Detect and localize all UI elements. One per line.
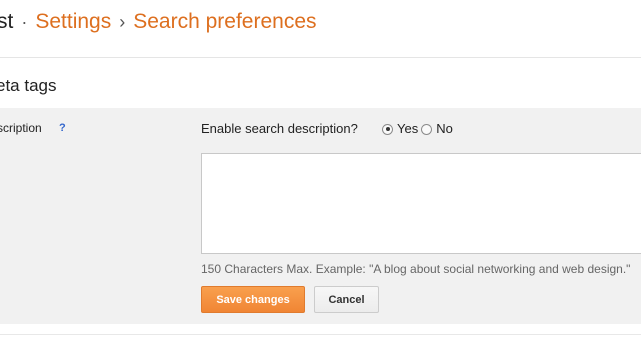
no-radio[interactable] bbox=[421, 123, 433, 135]
breadcrumb-separator-arrow: › bbox=[119, 12, 126, 32]
character-limit-hint: 150 Characters Max. Example: "A blog abo… bbox=[201, 262, 631, 276]
bottom-divider bbox=[0, 334, 641, 335]
enable-search-description-label: Enable search description? bbox=[201, 121, 358, 136]
top-divider bbox=[0, 57, 641, 58]
yes-radio[interactable] bbox=[382, 123, 393, 135]
description-setting-label: scription bbox=[0, 121, 42, 135]
no-radio-label[interactable]: No bbox=[436, 121, 453, 137]
section-title: eta tags bbox=[0, 76, 57, 95]
save-changes-button[interactable]: Save changes bbox=[201, 286, 305, 313]
yes-radio-label[interactable]: Yes bbox=[397, 121, 418, 137]
breadcrumb-settings-link[interactable]: Settings bbox=[35, 10, 111, 33]
search-description-textarea[interactable] bbox=[201, 153, 641, 254]
breadcrumb-separator-dot: · bbox=[21, 12, 28, 32]
help-icon[interactable]: ? bbox=[59, 120, 66, 136]
breadcrumb-blog-link[interactable]: st bbox=[0, 10, 13, 33]
breadcrumb-current-page: Search preferences bbox=[133, 10, 317, 33]
breadcrumb: st · Settings › Search preferences bbox=[0, 8, 317, 36]
enable-radio-group: Yes No bbox=[382, 121, 456, 137]
cancel-button[interactable]: Cancel bbox=[314, 286, 379, 313]
